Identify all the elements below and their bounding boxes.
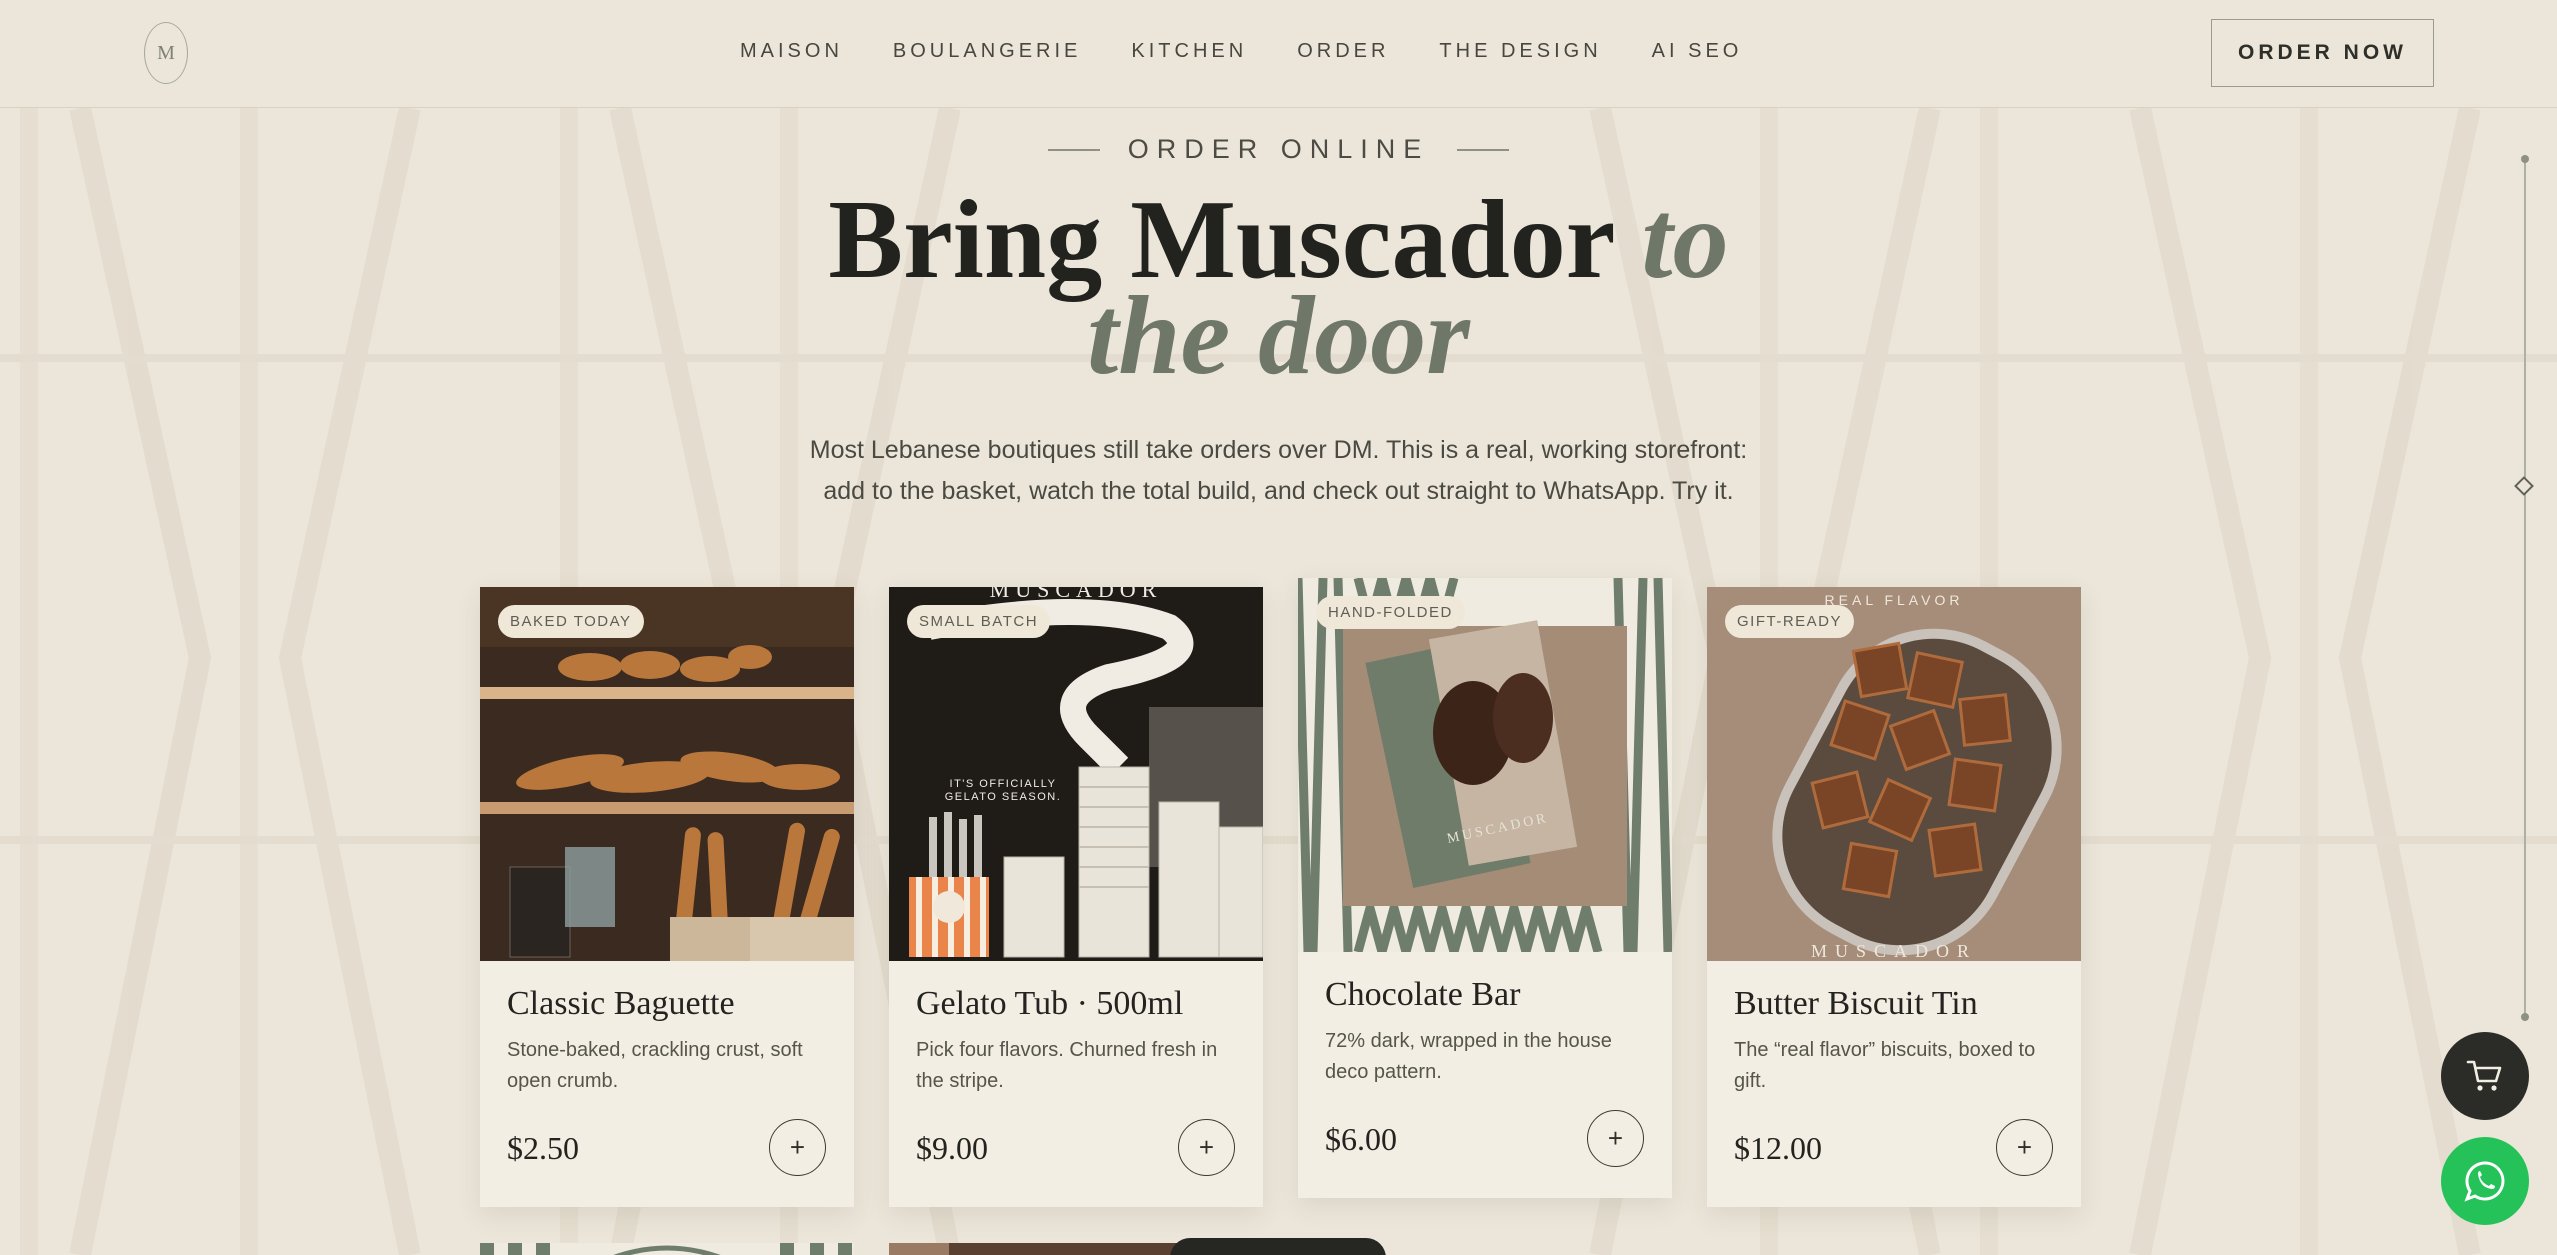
bakery-shelf-image (480, 587, 854, 961)
page-title: Bring Muscador to the door (0, 184, 2557, 392)
site-header: M MAISON BOULANGERIE KITCHEN ORDER THE D… (0, 0, 2557, 108)
product-card-baguette[interactable]: BAKED TODAY Classic Baguette Stone-baked… (480, 587, 854, 1207)
product-price: $9.00 (916, 1130, 988, 1166)
product-description: Pick four flavors. Churned fresh in the … (916, 1039, 1218, 1092)
eyebrow-text: ORDER ONLINE (1127, 134, 1430, 164)
cart-icon (2466, 1060, 2502, 1091)
subtext-line-2: add to the basket, watch the total build… (823, 477, 1734, 505)
next-row-card-peek-1 (480, 1243, 854, 1255)
badge-gift-ready: GIFT-READY (1725, 605, 1855, 638)
logo-letter: M (157, 41, 175, 64)
product-title: Classic Baguette (507, 985, 735, 1022)
image-text-real-flavor: REAL FLAVOR (1825, 592, 1964, 608)
add-to-basket-button[interactable]: + (1587, 1110, 1644, 1167)
product-description: 72% dark, wrapped in the house deco patt… (1325, 1030, 1612, 1083)
product-title: Gelato Tub · 500ml (916, 985, 1184, 1022)
product-card-chocolate[interactable]: MUSCADOR HAND-FOLDED Chocolate Bar 72% d… (1298, 578, 1672, 1198)
eyebrow-rule-left (1047, 148, 1100, 151)
biscuit-tin-image: REAL FLAVOR MUSCADOR (1707, 587, 2081, 961)
add-to-basket-button[interactable]: + (769, 1119, 826, 1176)
gelato-cups-image: MUSCADOR SINCE 1991 IT'S OFFICIALLY GELA… (889, 587, 1263, 961)
product-card-biscuit-tin[interactable]: REAL FLAVOR MUSCADOR GIFT-READY Butter B… (1707, 587, 2081, 1207)
floating-basket-pill[interactable] (1170, 1238, 1386, 1255)
product-price: $2.50 (507, 1130, 579, 1166)
nav-kitchen[interactable]: KITCHEN (1131, 40, 1247, 63)
nav-maison[interactable]: MAISON (740, 40, 843, 63)
whatsapp-icon (2464, 1161, 2505, 1202)
badge-small-batch: SMALL BATCH (907, 605, 1051, 638)
image-text-since: SINCE 1991 (1039, 602, 1113, 611)
nav-boulangerie[interactable]: BOULANGERIE (893, 40, 1081, 63)
nav-order[interactable]: ORDER (1297, 40, 1389, 63)
title-italic-to: to (1641, 178, 1729, 302)
image-text-muscador: MUSCADOR (1811, 941, 1977, 961)
main-nav: MAISON BOULANGERIE KITCHEN ORDER THE DES… (740, 40, 1742, 63)
image-text-muscador: MUSCADOR (990, 587, 1163, 602)
product-price: $12.00 (1734, 1130, 1822, 1166)
title-italic-door: the door (1087, 274, 1470, 398)
scroll-progress-rail (2524, 158, 2526, 1016)
badge-baked-today: BAKED TODAY (498, 605, 644, 638)
scroll-progress-diamond-icon[interactable] (2514, 476, 2534, 496)
product-title: Butter Biscuit Tin (1734, 985, 1978, 1022)
product-description: Stone-baked, crackling crust, soft open … (507, 1039, 803, 1092)
product-description: The “real flavor” biscuits, boxed to gif… (1734, 1039, 2036, 1092)
hero-subtext: Most Lebanese boutiques still take order… (780, 430, 1777, 512)
add-to-basket-button[interactable]: + (1178, 1119, 1235, 1176)
product-image-chocolate: MUSCADOR HAND-FOLDED (1298, 578, 1672, 952)
logo[interactable]: M (144, 22, 188, 84)
whatsapp-button[interactable] (2441, 1137, 2529, 1225)
nav-the-design[interactable]: THE DESIGN (1439, 40, 1601, 63)
add-to-basket-button[interactable]: + (1996, 1119, 2053, 1176)
product-image-baguette: BAKED TODAY (480, 587, 854, 961)
rail-start-dot (2521, 155, 2529, 163)
product-card-gelato[interactable]: MUSCADOR SINCE 1991 IT'S OFFICIALLY GELA… (889, 587, 1263, 1207)
order-now-button[interactable]: ORDER NOW (2211, 19, 2434, 87)
badge-hand-folded: HAND-FOLDED (1316, 596, 1465, 629)
chocolate-bar-image: MUSCADOR (1298, 578, 1672, 952)
rail-end-dot (2521, 1013, 2529, 1021)
product-title: Chocolate Bar (1325, 976, 1521, 1013)
section-eyebrow: ORDER ONLINE (0, 134, 2557, 165)
image-text-season: GELATO SEASON. (945, 791, 1062, 803)
product-image-biscuit-tin: REAL FLAVOR MUSCADOR GIFT-READY (1707, 587, 2081, 961)
image-text-officially: IT'S OFFICIALLY (950, 778, 1057, 790)
product-price: $6.00 (1325, 1121, 1397, 1157)
cart-button[interactable] (2441, 1032, 2529, 1120)
subtext-line-1: Most Lebanese boutiques still take order… (809, 436, 1748, 464)
eyebrow-rule-right (1457, 148, 1510, 151)
nav-ai-seo[interactable]: AI SEO (1652, 40, 1743, 63)
product-image-gelato: MUSCADOR SINCE 1991 IT'S OFFICIALLY GELA… (889, 587, 1263, 961)
